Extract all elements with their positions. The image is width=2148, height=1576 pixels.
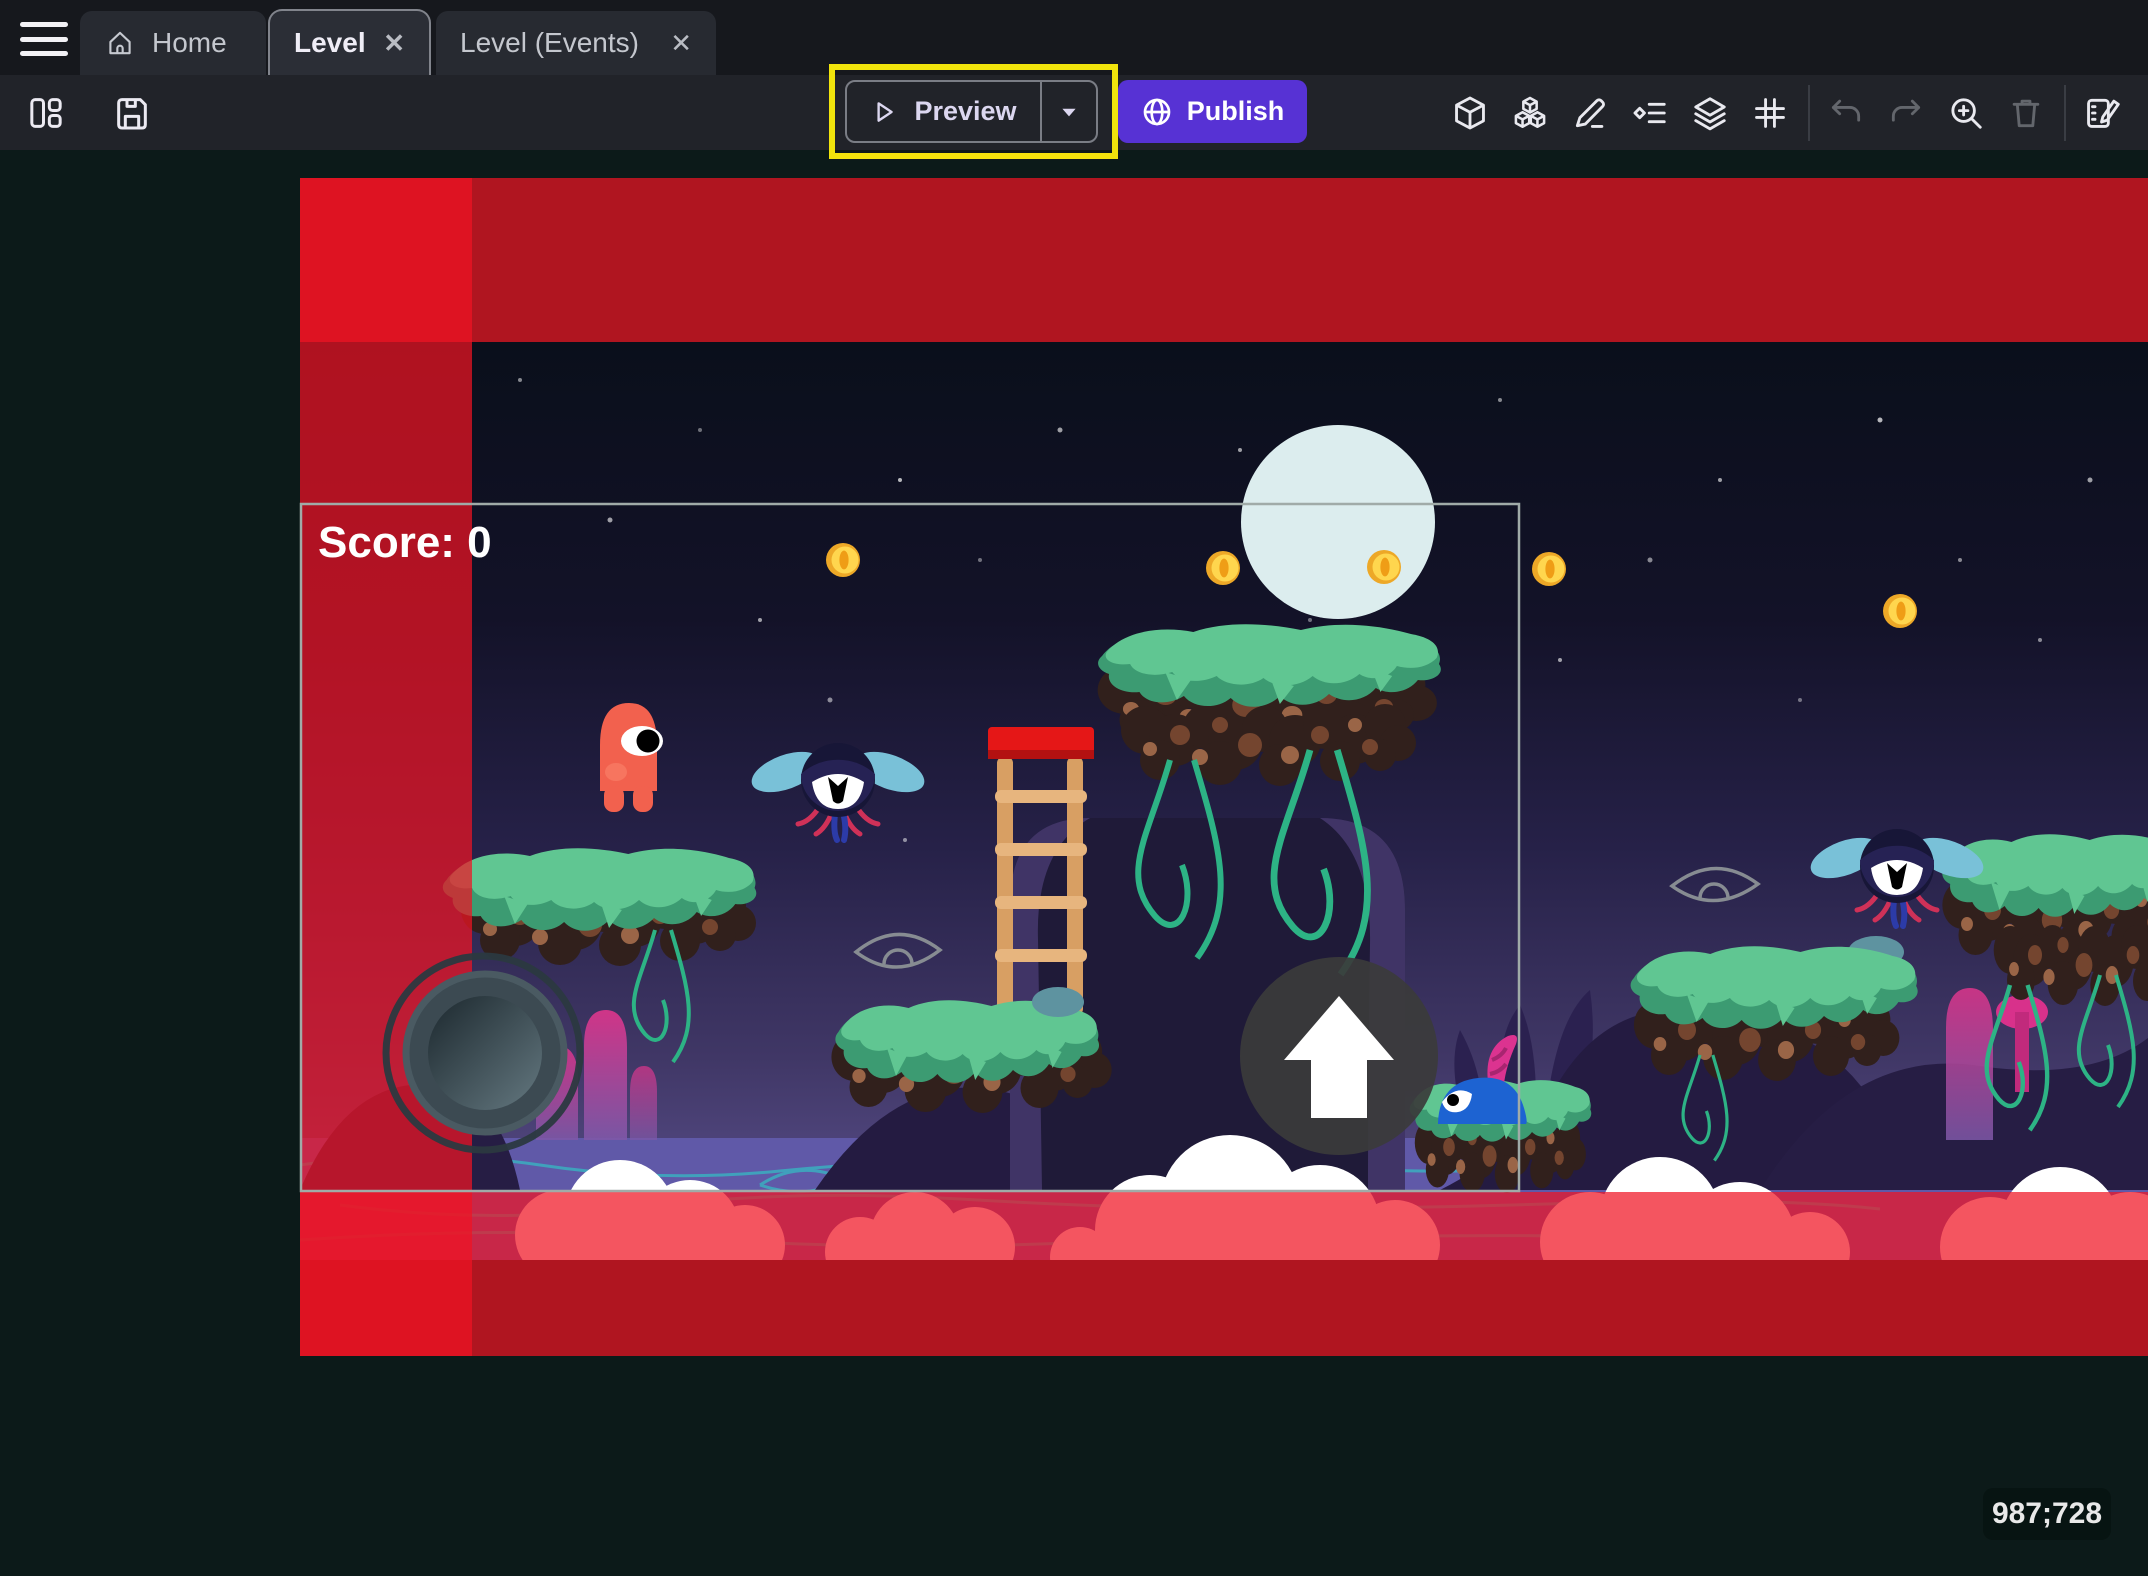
- object-groups-icon[interactable]: [1508, 85, 1552, 141]
- instances-list-icon[interactable]: [1628, 85, 1672, 141]
- gdevelop-editor-window: Score: 0 987;728 Home Level ✕ Level (Eve…: [0, 0, 2148, 1576]
- moon[interactable]: [1241, 425, 1435, 619]
- joystick-control[interactable]: [386, 956, 580, 1150]
- score-label: Score: 0: [318, 518, 492, 568]
- play-icon: [870, 98, 898, 126]
- preview-button[interactable]: Preview: [845, 80, 1098, 143]
- tab-level-events[interactable]: Level (Events) ✕: [436, 11, 716, 75]
- jump-button[interactable]: [1240, 957, 1438, 1155]
- edit-scene-events-icon[interactable]: [2080, 85, 2124, 141]
- menu-icon[interactable]: [20, 22, 68, 56]
- tab-bar: Home Level ✕ Level (Events) ✕: [0, 0, 2148, 75]
- scene-canvas[interactable]: [0, 0, 2148, 1576]
- rock[interactable]: [1032, 987, 1084, 1017]
- layers-icon[interactable]: [1688, 85, 1732, 141]
- publish-label: Publish: [1187, 96, 1285, 127]
- toolbar-separator: [2064, 85, 2066, 141]
- delete-icon[interactable]: [2004, 85, 2048, 141]
- tab-level[interactable]: Level ✕: [268, 9, 431, 75]
- globe-icon: [1141, 96, 1173, 128]
- project-manager-icon[interactable]: [24, 85, 68, 141]
- undo-icon[interactable]: [1824, 85, 1868, 141]
- save-icon[interactable]: [110, 85, 154, 141]
- home-icon: [104, 27, 136, 59]
- close-icon[interactable]: ✕: [383, 30, 405, 56]
- publish-button[interactable]: Publish: [1118, 80, 1307, 143]
- cursor-coordinates-badge: 987;728: [1983, 1488, 2111, 1540]
- chevron-down-icon: [1058, 101, 1080, 123]
- toolbar-separator: [1808, 85, 1810, 141]
- close-icon[interactable]: ✕: [670, 30, 692, 56]
- tab-label: Level (Events): [460, 27, 639, 59]
- properties-icon[interactable]: [1568, 85, 1612, 141]
- preview-label: Preview: [914, 96, 1016, 127]
- tab-label: Level: [294, 27, 366, 59]
- redo-icon[interactable]: [1884, 85, 1928, 141]
- grid-icon[interactable]: [1748, 85, 1792, 141]
- preview-dropdown[interactable]: [1040, 82, 1096, 141]
- tab-label: Home: [152, 27, 227, 59]
- tab-home[interactable]: Home: [80, 11, 266, 75]
- zoom-in-icon[interactable]: [1944, 85, 1988, 141]
- objects-panel-icon[interactable]: [1448, 85, 1492, 141]
